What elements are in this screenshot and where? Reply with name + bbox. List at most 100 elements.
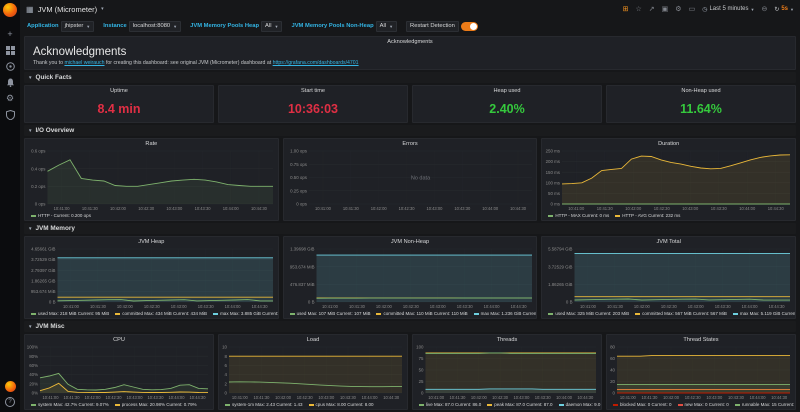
panel-title[interactable]: Thread States [607,335,795,344]
legend-item[interactable]: max Max: 3.885 GiB Current: 3.885 GiB [213,311,278,316]
svg-text:0 B: 0 B [308,300,315,305]
create-plus-icon[interactable]: + [5,29,16,40]
panel-uptime: Uptime 8.4 min [24,85,214,123]
time-range-picker[interactable]: ◷ Last 5 minutes ▼ [702,6,754,13]
configuration-gear-icon[interactable]: ⚙ [5,93,16,104]
legend-item[interactable]: new Max: 0 Current: 0 [678,402,729,407]
legend-item[interactable]: system-1m Max: 2.43 Current: 1.43 [225,402,303,407]
zoom-out-icon[interactable]: ⊖ [761,6,767,13]
dashboard-settings-gear-icon[interactable]: ⚙ [675,6,681,13]
row-header-jvm-memory[interactable]: ▼ JVM Memory [24,223,796,234]
legend-item[interactable]: HTTP - Current: 0.200 ops [31,213,91,218]
legend-item[interactable]: committed Max: 110 MiB Current: 110 MiB [376,311,467,316]
save-dashboard-icon[interactable]: ▣ [662,6,669,13]
legend-item[interactable]: system Max: 42.7% Current: 9.07% [31,402,109,407]
legend-item[interactable]: HTTP - MAX Current: 0 ms [548,213,609,218]
filter-pools-nonheap-value[interactable]: All▼ [376,21,397,32]
rate-chart[interactable]: 10:41:0010:41:3010:42:0010:42:3010:43:00… [25,148,278,212]
legend-item[interactable]: used Max: 107 MiB Current: 107 MiB [290,311,371,316]
jvm-nonheap-chart[interactable]: 10:41:0010:41:3010:42:0010:42:3010:43:00… [284,246,537,310]
share-icon[interactable]: ↗ [649,6,655,13]
chevron-down-icon: ▼ [389,24,393,29]
panel-title[interactable]: Errors [284,139,537,148]
legend-swatch-icon [474,313,479,315]
svg-text:10:41:00: 10:41:00 [569,206,586,211]
svg-text:10:41:30: 10:41:30 [349,304,366,309]
duration-chart[interactable]: 10:41:0010:41:3010:42:0010:42:3010:43:00… [542,148,795,212]
server-admin-shield-icon[interactable] [5,109,16,120]
svg-text:10:44:00: 10:44:00 [223,206,240,211]
explore-compass-icon[interactable] [5,61,16,72]
star-icon[interactable]: ☆ [636,6,642,13]
refresh-icon: ↻ [774,6,779,13]
legend-swatch-icon [735,404,740,406]
svg-text:10:42:30: 10:42:30 [297,395,314,400]
title-caret-icon[interactable]: ▾ [101,6,104,12]
legend-item[interactable]: process Max: 20.98% Current: 0.79% [115,402,197,407]
author-link[interactable]: michael weirauch [64,60,104,66]
filter-application-value[interactable]: jhipster▼ [61,21,95,32]
svg-text:20%: 20% [29,381,38,386]
thread-states-chart[interactable]: 10:41:0010:41:3010:42:0010:42:3010:43:00… [607,344,795,401]
legend-item[interactable]: runnable Max: 15 Current: 15 [735,402,795,407]
panel-title[interactable]: Rate [25,139,278,148]
legend-item[interactable]: daemon Max: 9.0 Current: 8.0 [559,402,601,407]
panel-title[interactable]: Load [219,335,407,344]
panel-threads: Threads 10:41:0010:41:3010:42:0010:42:30… [412,334,602,410]
panel-jvm-heap: JVM Heap 10:41:0010:41:3010:42:0010:42:3… [24,236,279,319]
svg-text:150 ms: 150 ms [546,170,561,175]
panel-title[interactable]: Duration [542,139,795,148]
svg-text:2: 2 [225,381,228,386]
errors-chart[interactable]: 10:41:0010:41:3010:42:0010:42:3010:43:00… [284,148,537,212]
panel-title[interactable]: JVM Non-Heap [284,237,537,246]
filter-instance-value[interactable]: localhost:8080▼ [129,21,181,32]
stat-value-start-time: 10:36:03 [219,95,407,122]
panel-title[interactable]: Uptime [25,86,213,95]
panel-title[interactable]: Acknowledgments [25,37,795,46]
grafana-logo-icon[interactable] [3,3,17,17]
legend-item[interactable]: peak Max: 87.0 Current: 87.0 [487,402,552,407]
row-header-quick-facts[interactable]: ▼ Quick Facts [24,72,796,83]
panel-title[interactable]: JVM Heap [25,237,278,246]
refresh-button[interactable]: ↻ 5s ▼ [774,6,794,13]
legend-item[interactable]: committed Max: 567 MiB Current: 567 MiB [635,311,727,316]
panel-title[interactable]: Non-Heap used [607,86,795,95]
add-panel-icon[interactable]: ⊞ [623,6,629,13]
clock-icon: ◷ [702,6,707,13]
dashboard-source-link[interactable]: https://grafana.com/dashboards/4701 [273,60,359,66]
svg-text:10:41:00: 10:41:00 [232,395,249,400]
load-chart[interactable]: 10:41:0010:41:3010:42:0010:42:3010:43:00… [219,344,407,401]
stat-value-nonheap-used: 11.64% [607,95,795,122]
dashboards-grid-icon[interactable] [5,45,16,56]
legend-item[interactable]: committed Max: 434 MiB Current: 434 MiB [115,311,207,316]
threads-chart[interactable]: 10:41:0010:41:3010:42:0010:42:3010:43:00… [413,344,601,401]
legend-item[interactable]: used Max: 325 MiB Current: 203 MiB [548,311,629,316]
dashboard-title[interactable]: JVM (Micrometer) [38,5,98,14]
alerting-bell-icon[interactable] [5,77,16,88]
panel-title[interactable]: Heap used [413,86,601,95]
legend-item[interactable]: live Max: 87.0 Current: 86.0 [419,402,481,407]
jvm-total-chart[interactable]: 10:41:0010:41:3010:42:0010:42:3010:43:00… [542,246,795,310]
panel-title[interactable]: CPU [25,335,213,344]
user-avatar[interactable] [5,381,16,392]
legend-item[interactable]: max Max: 5.119 GiB Current: 5.119 GiB [733,311,795,316]
svg-text:250 ms: 250 ms [546,149,561,154]
cpu-chart[interactable]: 10:41:0010:41:3010:42:0010:42:3010:43:00… [25,344,213,401]
row-header-io-overview[interactable]: ▼ I/O Overview [24,125,796,136]
legend-item[interactable]: cpus Max: 8.00 Current: 8.00 [309,402,374,407]
tv-mode-icon[interactable]: ▭ [689,6,696,13]
legend-item[interactable]: used Max: 218 MiB Current: 95 MiB [31,311,109,316]
jvm-heap-chart[interactable]: 10:41:0010:41:3010:42:0010:42:3010:43:00… [25,246,278,310]
legend-item[interactable]: HTTP - AVG Current: 232 ms [615,213,680,218]
legend-item[interactable]: blocked Max: 0 Current: 0 [613,402,672,407]
panel-title[interactable]: Start time [219,86,407,95]
legend-item[interactable]: max Max: 1.236 GiB Current: 1.236 GiB [474,311,537,316]
help-icon[interactable]: ? [5,397,15,407]
svg-text:10:41:00: 10:41:00 [63,304,80,309]
filter-pools-heap-value[interactable]: All▼ [261,21,282,32]
legend-swatch-icon [376,313,381,315]
row-header-jvm-misc[interactable]: ▼ JVM Misc [24,321,796,332]
panel-title[interactable]: JVM Total [542,237,795,246]
panel-title[interactable]: Threads [413,335,601,344]
restart-detection-toggle[interactable] [461,22,478,31]
